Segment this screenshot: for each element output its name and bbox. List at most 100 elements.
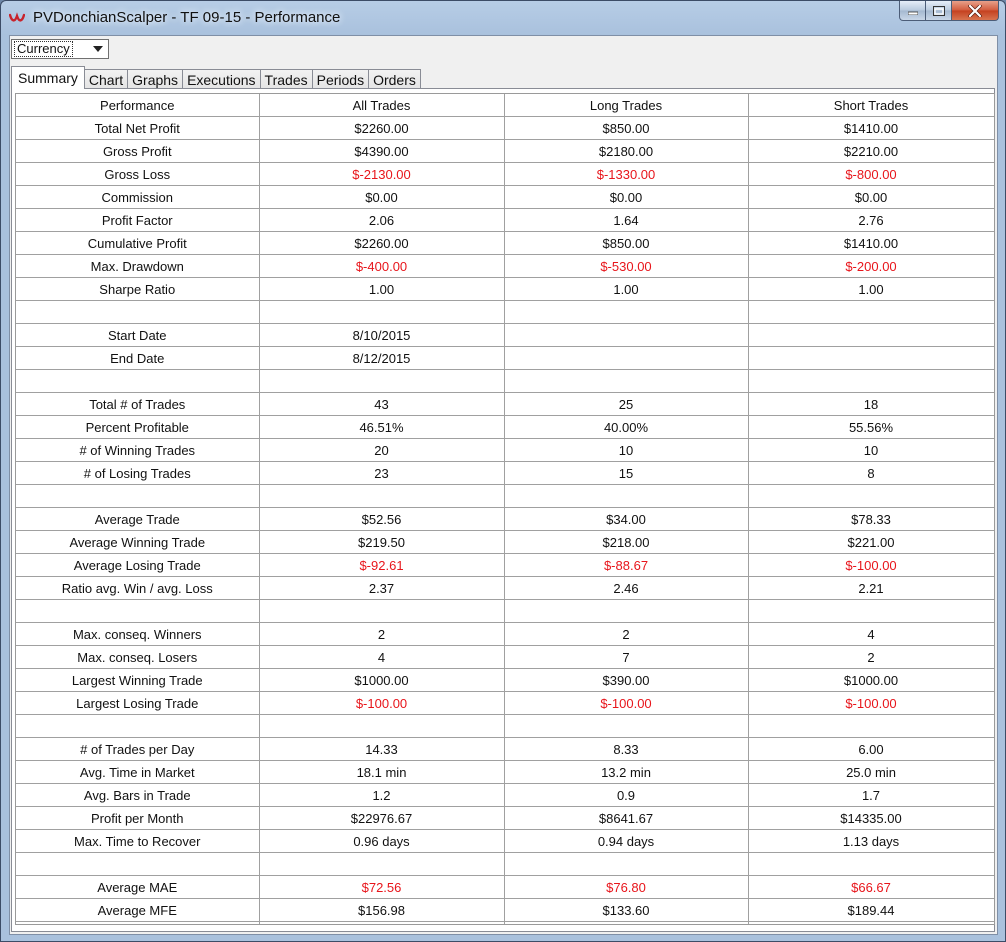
cell-value: $-800.00 xyxy=(747,162,994,186)
table-row[interactable]: # of Losing Trades 23 15 8 xyxy=(16,461,994,485)
tab-summary[interactable]: Summary xyxy=(11,66,85,89)
row-label: Profit per Month xyxy=(16,806,260,830)
column-header-long-trades[interactable]: Long Trades xyxy=(503,94,749,117)
window-title: PVDonchianScalper - TF 09-15 - Performan… xyxy=(33,9,341,26)
tab-graphs[interactable]: Graphs xyxy=(127,69,184,89)
performance-grid[interactable]: Performance All Trades Long Trades Short… xyxy=(15,93,995,925)
caption-buttons xyxy=(899,1,999,23)
table-row[interactable]: Avg. Time in Market 18.1 min 13.2 min 25.0 … xyxy=(16,760,994,784)
table-row[interactable]: Max. conseq. Losers 4 7 2 xyxy=(16,645,994,669)
maximize-button[interactable] xyxy=(926,1,952,21)
table-row[interactable]: Max. Time to Recover 0.96 days 0.94 days 1.… xyxy=(16,829,994,853)
cell-value: 15 xyxy=(503,461,749,485)
table-row[interactable]: Max. Drawdown $-400.00 $-530.00 $-200.00 xyxy=(16,254,994,278)
table-row[interactable]: Average Winning Trade $219.50 $218.00 $221.… xyxy=(16,530,994,554)
cell-value: 10 xyxy=(503,438,749,462)
cell-value: $104.42 xyxy=(258,921,505,924)
column-header-short-trades[interactable]: Short Trades xyxy=(747,94,994,117)
table-row[interactable]: Avg. Bars in Trade 1.2 0.9 1.7 xyxy=(16,783,994,807)
cell-value: 2.37 xyxy=(258,576,505,600)
table-row[interactable]: Largest Losing Trade $-100.00 $-100.00 $-10… xyxy=(16,691,994,715)
close-icon xyxy=(968,4,982,17)
cell-value xyxy=(503,369,749,393)
cell-value: 1.13 days xyxy=(747,829,994,853)
cell-value xyxy=(258,300,505,324)
minimize-button[interactable] xyxy=(899,1,926,21)
column-header-performance[interactable]: Performance xyxy=(16,94,260,117)
table-row[interactable] xyxy=(16,484,994,508)
table-row[interactable] xyxy=(16,369,994,393)
cell-value xyxy=(258,599,505,623)
cell-value xyxy=(747,852,994,876)
row-label: # of Losing Trades xyxy=(16,461,260,485)
table-row[interactable]: Gross Profit $4390.00 $2180.00 $2210.00 xyxy=(16,139,994,163)
cell-value xyxy=(258,484,505,508)
cell-value: 25 xyxy=(503,392,749,416)
table-row[interactable]: Average MAE $72.56 $76.80 $66.67 xyxy=(16,875,994,899)
table-row[interactable] xyxy=(16,852,994,876)
row-label: Max. Drawdown xyxy=(16,254,260,278)
table-row[interactable]: Average MFE $156.98 $133.60 $189.44 xyxy=(16,898,994,922)
table-row[interactable]: Average Trade $52.56 $34.00 $78.33 xyxy=(16,507,994,531)
table-row[interactable]: Ratio avg. Win / avg. Loss 2.37 2.46 2.21 xyxy=(16,576,994,600)
cell-value: $219.50 xyxy=(258,530,505,554)
cell-value xyxy=(503,852,749,876)
cell-value: 1.00 xyxy=(503,277,749,301)
row-label: Gross Profit xyxy=(16,139,260,163)
cell-value: $1000.00 xyxy=(747,668,994,692)
cell-value: $850.00 xyxy=(503,116,749,140)
title-bar[interactable]: PVDonchianScalper - TF 09-15 - Performan… xyxy=(1,1,1005,35)
tab-periods[interactable]: Periods xyxy=(311,69,370,89)
tab-trades[interactable]: Trades xyxy=(259,69,313,89)
tab-orders[interactable]: Orders xyxy=(368,69,421,89)
row-label: Average ETD xyxy=(16,921,260,924)
cell-value: 18 xyxy=(747,392,994,416)
cell-value: $111.11 xyxy=(747,921,994,924)
cell-value: $133.60 xyxy=(503,898,749,922)
table-row[interactable]: Cumulative Profit $2260.00 $850.00 $1410.00 xyxy=(16,231,994,255)
cell-value: $1410.00 xyxy=(747,231,994,255)
column-header-all-trades[interactable]: All Trades xyxy=(258,94,505,117)
table-row[interactable]: Percent Profitable 46.51% 40.00% 55.56% xyxy=(16,415,994,439)
table-row[interactable]: Max. conseq. Winners 2 2 4 xyxy=(16,622,994,646)
close-button[interactable] xyxy=(952,1,999,21)
table-row[interactable]: # of Winning Trades 20 10 10 xyxy=(16,438,994,462)
table-row[interactable]: Largest Winning Trade $1000.00 $390.00 $100… xyxy=(16,668,994,692)
table-row[interactable]: Average ETD$104.42$99.60$111.11 xyxy=(16,921,994,924)
cell-value: 14.33 xyxy=(258,737,505,761)
display-unit-select[interactable]: Currency xyxy=(11,39,109,59)
tab-chart[interactable]: Chart xyxy=(83,69,129,89)
table-row[interactable]: Profit Factor 2.06 1.64 2.76 xyxy=(16,208,994,232)
cell-value: 43 xyxy=(258,392,505,416)
table-header-row: Performance All Trades Long Trades Short… xyxy=(16,94,994,117)
cell-value: 55.56% xyxy=(747,415,994,439)
window-client: Currency Summary Chart Graphs Executions… xyxy=(9,35,998,935)
cell-value: 8.33 xyxy=(503,737,749,761)
table-row[interactable] xyxy=(16,599,994,623)
tab-executions[interactable]: Executions xyxy=(182,69,261,89)
cell-value xyxy=(503,323,749,347)
performance-window: PVDonchianScalper - TF 09-15 - Performan… xyxy=(0,0,1006,942)
performance-table-body: Performance All Trades Long Trades Short… xyxy=(16,94,994,924)
cell-value: 7 xyxy=(503,645,749,669)
table-row[interactable]: Profit per Month $22976.67 $8641.67 $14335.… xyxy=(16,806,994,830)
cell-value: $99.60 xyxy=(503,921,749,924)
cell-value: $2260.00 xyxy=(258,231,505,255)
table-row[interactable]: Average Losing Trade $-92.61 $-88.67 $-100.… xyxy=(16,553,994,577)
table-row[interactable]: Total # of Trades 43 25 18 xyxy=(16,392,994,416)
chevron-down-icon xyxy=(93,46,103,52)
cell-value: $66.67 xyxy=(747,875,994,899)
table-row[interactable]: # of Trades per Day 14.33 8.33 6.00 xyxy=(16,737,994,761)
table-row[interactable]: Total Net Profit $2260.00 $850.00 $1410.00 xyxy=(16,116,994,140)
table-row[interactable]: End Date 8/12/2015 xyxy=(16,346,994,370)
table-row[interactable]: Start Date 8/10/2015 xyxy=(16,323,994,347)
row-label: Sharpe Ratio xyxy=(16,277,260,301)
table-row[interactable] xyxy=(16,300,994,324)
ninjatrader-logo-icon xyxy=(9,12,25,22)
table-row[interactable]: Sharpe Ratio 1.00 1.00 1.00 xyxy=(16,277,994,301)
cell-value: $850.00 xyxy=(503,231,749,255)
table-row[interactable] xyxy=(16,714,994,738)
table-row[interactable]: Gross Loss $-2130.00 $-1330.00 $-800.00 xyxy=(16,162,994,186)
row-label: Profit Factor xyxy=(16,208,260,232)
table-row[interactable]: Commission $0.00 $0.00 $0.00 xyxy=(16,185,994,209)
